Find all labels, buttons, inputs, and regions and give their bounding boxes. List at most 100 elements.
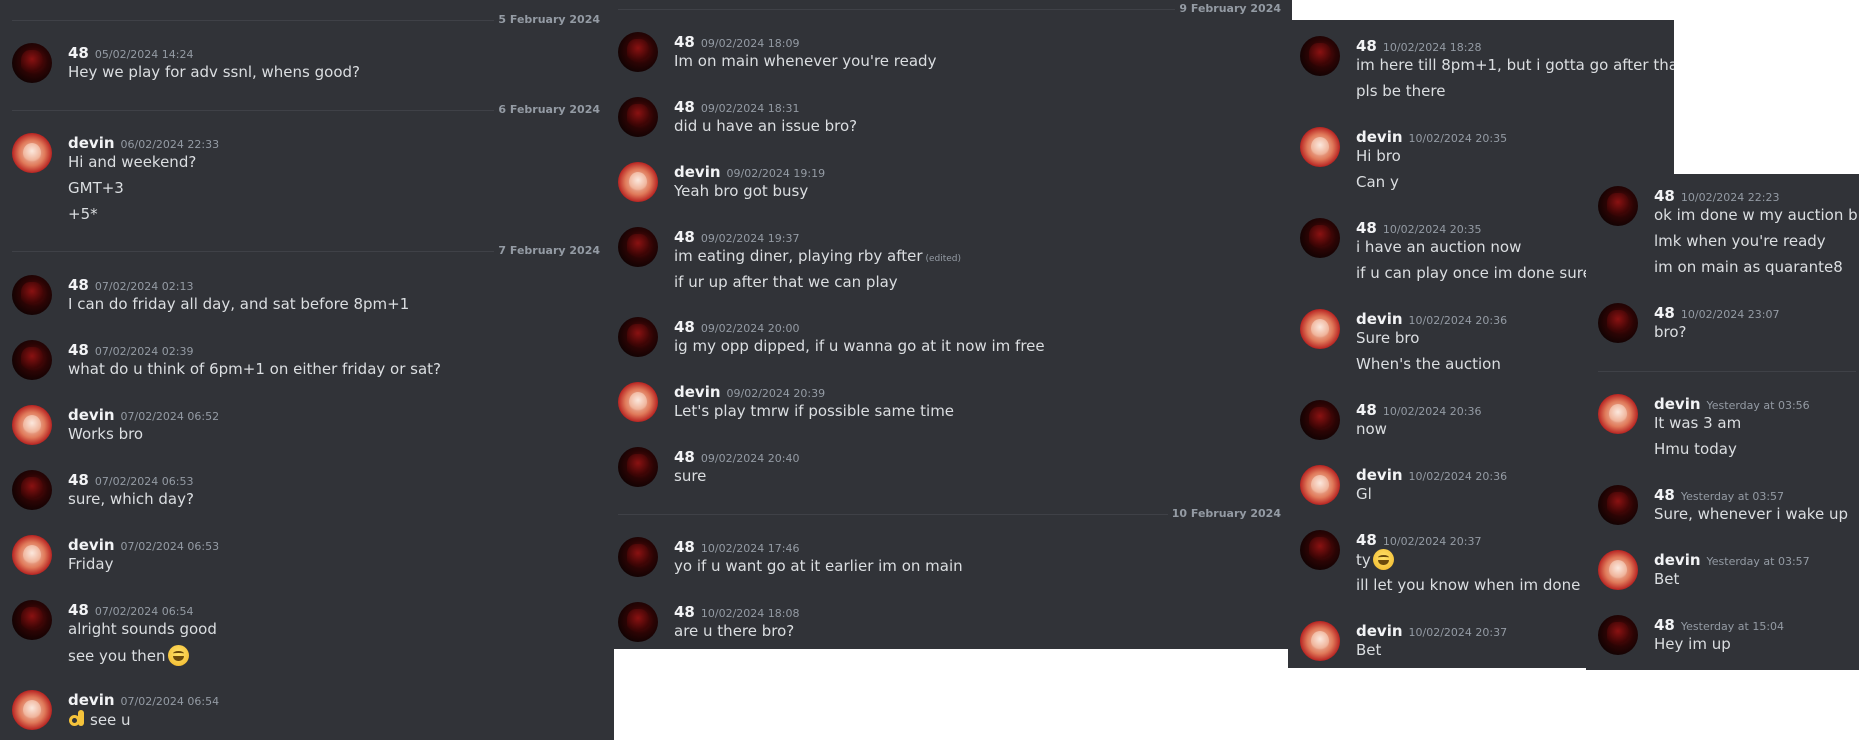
username[interactable]: devin xyxy=(1356,466,1403,484)
avatar[interactable] xyxy=(1598,394,1638,434)
avatar[interactable] xyxy=(1598,303,1638,343)
username[interactable]: devin xyxy=(68,134,115,152)
avatar[interactable] xyxy=(12,535,52,575)
username[interactable]: devin xyxy=(1356,310,1403,328)
username[interactable]: 48 xyxy=(674,98,695,116)
avatar[interactable] xyxy=(1300,218,1340,258)
username[interactable]: 48 xyxy=(674,448,695,466)
username[interactable]: devin xyxy=(1356,622,1403,640)
username[interactable]: devin xyxy=(1654,395,1701,413)
username[interactable]: 48 xyxy=(674,228,695,246)
avatar[interactable] xyxy=(1300,465,1340,505)
message-text: what do u think of 6pm+1 on either frida… xyxy=(68,360,441,378)
avatar[interactable] xyxy=(12,405,52,445)
ok-hand-emoji-icon xyxy=(68,709,86,729)
message-text: Hey we play for adv ssnl, whens good? xyxy=(68,63,360,81)
username[interactable]: 48 xyxy=(1654,486,1675,504)
avatar[interactable] xyxy=(12,275,52,315)
username[interactable]: 48 xyxy=(1356,531,1377,549)
username[interactable]: devin xyxy=(1356,128,1403,146)
avatar[interactable] xyxy=(618,447,658,487)
username[interactable]: 48 xyxy=(1654,304,1675,322)
username[interactable]: 48 xyxy=(674,603,695,621)
message-text: It was 3 am xyxy=(1654,414,1742,432)
edited-label: (edited) xyxy=(925,254,962,264)
message-text: Yeah bro got busy xyxy=(674,182,809,200)
message-text: lmk when you're ready xyxy=(1654,232,1826,250)
timestamp: 10/02/2024 20:36 xyxy=(1408,470,1508,483)
username[interactable]: devin xyxy=(1654,551,1701,569)
message-text: did u have an issue bro? xyxy=(674,117,858,135)
avatar[interactable] xyxy=(1300,530,1340,570)
avatar[interactable] xyxy=(1300,36,1340,76)
avatar[interactable] xyxy=(618,97,658,137)
username[interactable]: 48 xyxy=(674,538,695,556)
avatar[interactable] xyxy=(1598,615,1638,655)
username[interactable]: 48 xyxy=(68,341,89,359)
timestamp: 10/02/2024 20:36 xyxy=(1408,314,1508,327)
message-text: Friday xyxy=(68,555,114,573)
timestamp: 07/02/2024 06:52 xyxy=(120,410,220,423)
message-text: Gl xyxy=(1356,485,1372,503)
avatar[interactable] xyxy=(618,602,658,642)
date-divider: 6 February 2024 xyxy=(12,103,600,117)
timestamp: 07/02/2024 02:13 xyxy=(94,280,194,293)
avatar[interactable] xyxy=(618,317,658,357)
message-text: sure xyxy=(674,467,707,485)
avatar[interactable] xyxy=(1598,485,1638,525)
message-text: When's the auction xyxy=(1356,355,1501,373)
username[interactable]: devin xyxy=(674,383,721,401)
chat-panel-4: 48 10/02/2024 22:23 ok im done w my aucti… xyxy=(1586,174,1859,670)
avatar[interactable] xyxy=(1300,400,1340,440)
date-divider: 10 February 2024 xyxy=(618,507,1281,521)
username[interactable]: 48 xyxy=(674,318,695,336)
avatar[interactable] xyxy=(12,43,52,83)
message-text: +5* xyxy=(68,205,98,223)
username[interactable]: 48 xyxy=(674,33,695,51)
avatar[interactable] xyxy=(1300,309,1340,349)
timestamp: Yesterday at 15:04 xyxy=(1680,620,1785,633)
username[interactable]: 48 xyxy=(68,471,89,489)
avatar[interactable] xyxy=(12,600,52,640)
username[interactable]: 48 xyxy=(68,44,89,62)
timestamp: Yesterday at 03:57 xyxy=(1706,555,1810,568)
avatar[interactable] xyxy=(1598,186,1638,226)
grinning-face-emoji-icon xyxy=(167,645,189,666)
username[interactable]: 48 xyxy=(1356,219,1377,237)
username[interactable]: 48 xyxy=(1356,401,1377,419)
avatar[interactable] xyxy=(12,690,52,730)
date-divider: 7 February 2024 xyxy=(12,244,600,258)
username[interactable]: 48 xyxy=(1356,37,1377,55)
message-text: sure, which day? xyxy=(68,490,194,508)
date-divider: 5 February 2024 xyxy=(12,13,600,27)
message-separator xyxy=(1598,371,1856,372)
avatar[interactable] xyxy=(618,162,658,202)
message-text: Sure, whenever i wake up xyxy=(1654,505,1848,523)
avatar[interactable] xyxy=(618,537,658,577)
chat-panel-1: 5 February 2024 48 05/02/2024 14:24 Hey w… xyxy=(0,0,614,740)
avatar[interactable] xyxy=(12,133,52,173)
username[interactable]: devin xyxy=(68,691,115,709)
message-text: i have an auction now xyxy=(1356,238,1522,256)
avatar[interactable] xyxy=(1300,127,1340,167)
username[interactable]: devin xyxy=(674,163,721,181)
avatar[interactable] xyxy=(1300,621,1340,661)
username[interactable]: devin xyxy=(68,406,115,424)
avatar[interactable] xyxy=(618,227,658,267)
chat-panel-2: 9 February 2024 48 09/02/2024 18:09 Im on… xyxy=(606,0,1292,649)
message-text: if ur up after that we can play xyxy=(674,273,898,291)
timestamp: 09/02/2024 19:37 xyxy=(700,232,800,245)
avatar[interactable] xyxy=(1598,550,1638,590)
username[interactable]: 48 xyxy=(1654,616,1675,634)
avatar[interactable] xyxy=(618,382,658,422)
username[interactable]: 48 xyxy=(68,601,89,619)
timestamp: 10/02/2024 20:35 xyxy=(1382,223,1482,236)
username[interactable]: 48 xyxy=(68,276,89,294)
avatar[interactable] xyxy=(618,32,658,72)
avatar[interactable] xyxy=(12,340,52,380)
username[interactable]: 48 xyxy=(1654,187,1675,205)
username[interactable]: devin xyxy=(68,536,115,554)
message-text: Bet xyxy=(1654,570,1680,588)
timestamp: Yesterday at 03:57 xyxy=(1680,490,1785,503)
avatar[interactable] xyxy=(12,470,52,510)
